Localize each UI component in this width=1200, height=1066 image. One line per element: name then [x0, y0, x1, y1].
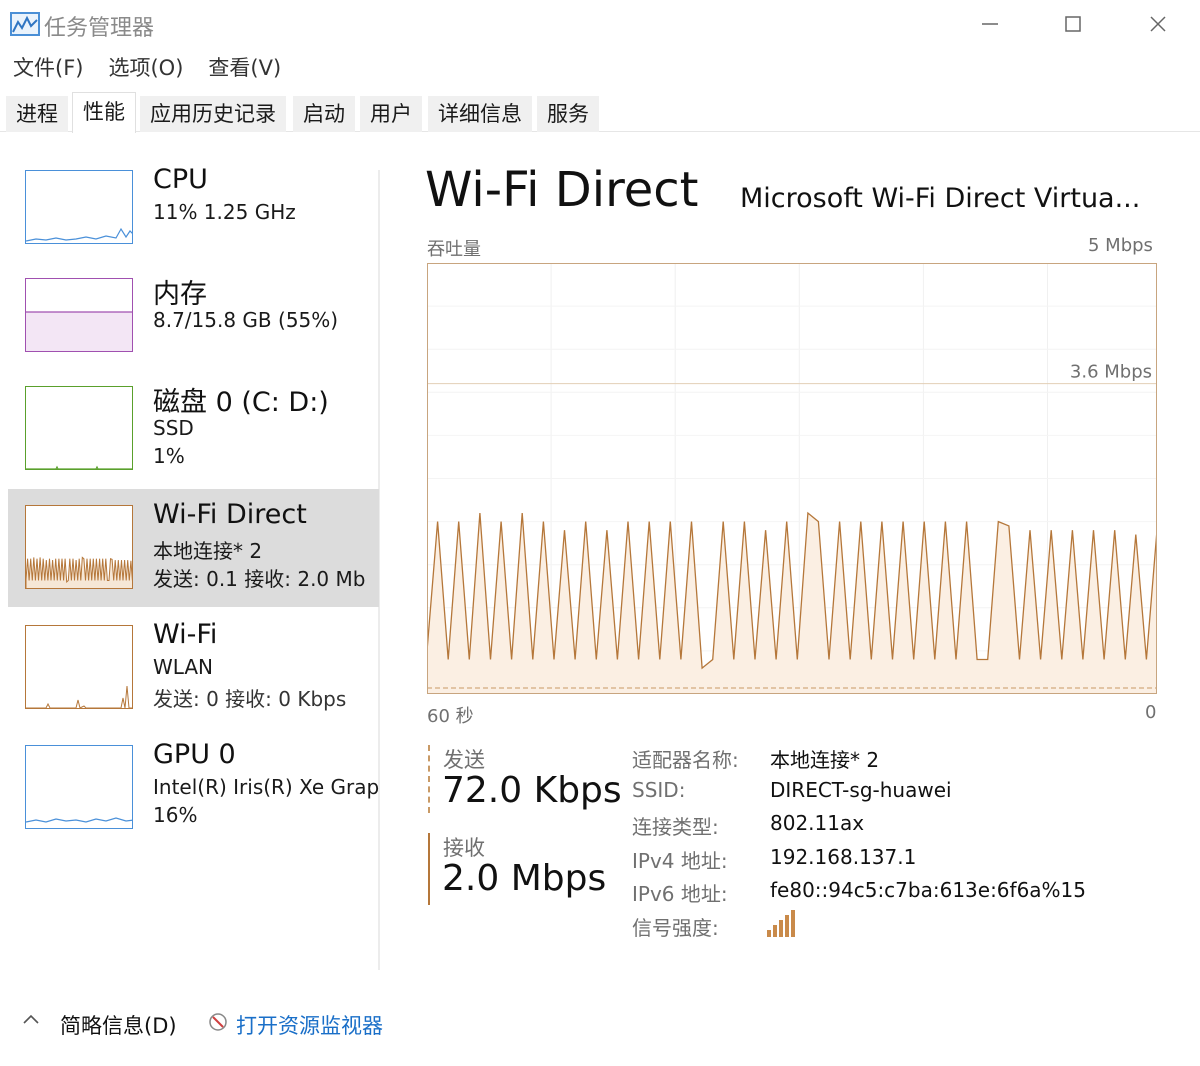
menu-file[interactable]: 文件(F): [0, 52, 83, 88]
title-bar: 任务管理器: [0, 0, 1200, 50]
adapter-name-value: 本地连接* 2: [770, 748, 880, 772]
ipv6-value: fe80::94c5:c7ba:613e:6f6a%15: [770, 878, 1087, 902]
throughput-chart: 3.6 Mbps: [427, 263, 1157, 694]
ipv4-key: IPv4 地址:: [632, 849, 728, 873]
memory-title: 内存: [153, 279, 207, 310]
connection-type-value: 802.11ax: [770, 811, 865, 835]
chevron-up-icon[interactable]: [22, 1010, 40, 1031]
disk-title: 磁盘 0 (C: D:): [153, 387, 329, 418]
adapter-name-key: 适配器名称:: [632, 748, 739, 772]
cpu-usage: 11% 1.25 GHz: [153, 200, 296, 224]
sidebar-item-wifi-direct[interactable]: Wi-Fi Direct 本地连接* 2 发送: 0.1 接收: 2.0 Mb: [8, 489, 379, 607]
ssid-value: DIRECT-sg-huawei: [770, 778, 952, 802]
close-icon: [1150, 16, 1166, 32]
wifi-direct-title: Wi-Fi Direct: [153, 499, 307, 530]
time-axis-right-label: 0: [1145, 702, 1157, 723]
gpu-title: GPU 0: [153, 739, 236, 770]
footer: 简略信息(D) 打开资源监视器: [0, 1000, 1200, 1050]
cpu-thumbnail-graph: [25, 170, 133, 244]
tab-startup[interactable]: 启动: [293, 96, 355, 132]
receive-indicator-bar: [428, 833, 430, 905]
menu-options[interactable]: 选项(O): [95, 52, 183, 88]
wifi-adapter: WLAN: [153, 655, 214, 679]
wifi-thumbnail-graph: [25, 625, 133, 709]
send-value: 72.0 Kbps: [442, 770, 622, 811]
gpu-usage: 16%: [153, 803, 198, 827]
wifi-direct-adapter: 本地连接* 2: [153, 539, 263, 563]
send-indicator-bar: [428, 745, 430, 813]
wifi-direct-thumbnail-graph: [25, 505, 133, 589]
time-axis-left-label: 60 秒: [427, 706, 474, 727]
menu-view[interactable]: 查看(V): [195, 52, 281, 88]
gpu-thumbnail-graph: [25, 745, 133, 829]
signal-strength-key: 信号强度:: [632, 916, 719, 940]
wifi-direct-throughput: 发送: 0.1 接收: 2.0 Mb: [153, 567, 366, 591]
memory-usage: 8.7/15.8 GB (55%): [153, 308, 339, 332]
tab-details[interactable]: 详细信息: [428, 96, 532, 132]
adapter-description: Microsoft Wi-Fi Direct Virtua...: [740, 183, 1141, 214]
tab-users[interactable]: 用户: [360, 96, 422, 132]
mid-scale-label: 3.6 Mbps: [1070, 362, 1152, 383]
sidebar-item-gpu[interactable]: GPU 0 Intel(R) Iris(R) Xe Grap 16%: [8, 727, 379, 845]
max-scale-label: 5 Mbps: [1088, 235, 1153, 256]
minimize-icon: [982, 23, 998, 25]
ipv4-value: 192.168.137.1: [770, 845, 917, 869]
receive-value: 2.0 Mbps: [442, 858, 607, 899]
close-button[interactable]: [1133, 6, 1183, 42]
gpu-model: Intel(R) Iris(R) Xe Grap: [153, 775, 380, 799]
resource-monitor-icon: [208, 1012, 228, 1032]
sidebar-item-cpu[interactable]: CPU 11% 1.25 GHz: [8, 150, 379, 268]
maximize-icon: [1065, 16, 1081, 32]
throughput-label: 吞吐量: [427, 239, 481, 260]
tab-processes[interactable]: 进程: [6, 96, 68, 132]
fewer-details-button[interactable]: 简略信息(D): [60, 1010, 177, 1040]
cpu-title: CPU: [153, 164, 208, 195]
open-resource-monitor-link[interactable]: 打开资源监视器: [236, 1010, 383, 1040]
wifi-title: Wi-Fi: [153, 619, 218, 650]
wifi-throughput: 发送: 0 接收: 0 Kbps: [153, 687, 347, 711]
menu-bar: 文件(F) 选项(O) 查看(V): [0, 52, 1200, 88]
disk-usage: 1%: [153, 444, 185, 468]
tab-app-history[interactable]: 应用历史记录: [140, 96, 286, 132]
tab-performance[interactable]: 性能: [72, 92, 136, 133]
window-title: 任务管理器: [44, 16, 155, 41]
disk-thumbnail-graph: [25, 386, 133, 470]
task-manager-app-icon: [10, 12, 40, 36]
ipv6-key: IPv6 地址:: [632, 882, 728, 906]
maximize-button[interactable]: [1048, 6, 1098, 42]
connection-type-key: 连接类型:: [632, 815, 719, 839]
tab-services[interactable]: 服务: [537, 96, 599, 132]
tab-bar: 进程 性能 应用历史记录 启动 用户 详细信息 服务: [0, 92, 1200, 133]
memory-thumbnail-graph: [25, 278, 133, 352]
disk-type: SSD: [153, 416, 194, 440]
sidebar-item-wifi[interactable]: Wi-Fi WLAN 发送: 0 接收: 0 Kbps: [8, 607, 379, 725]
minimize-button[interactable]: [965, 6, 1015, 42]
sidebar-item-memory[interactable]: 内存 8.7/15.8 GB (55%): [8, 260, 379, 378]
ssid-key: SSID:: [632, 778, 686, 802]
signal-strength-icon: [767, 910, 795, 937]
page-title: Wi-Fi Direct: [425, 162, 699, 218]
sidebar-item-disk[interactable]: 磁盘 0 (C: D:) SSD 1%: [8, 368, 379, 486]
